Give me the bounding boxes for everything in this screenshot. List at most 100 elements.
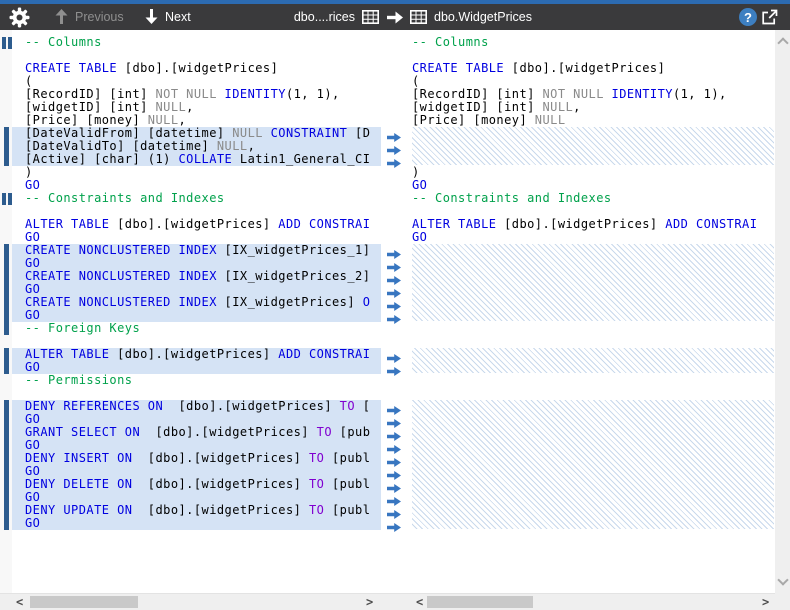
copy-right-arrow-icon[interactable] — [387, 519, 401, 528]
blank-line — [408, 374, 775, 387]
copy-right-arrow-icon[interactable] — [387, 454, 401, 463]
code-line: GO — [12, 309, 381, 322]
change-block-marker — [4, 127, 9, 166]
toolbar: Previous Next dbo....rices dbo.WidgetPri… — [0, 4, 790, 30]
missing-lines-hatch — [412, 127, 774, 165]
section-marker — [2, 37, 6, 49]
missing-lines-hatch — [412, 244, 774, 321]
code-line: [DateValidFrom] [datetime] NULL CONSTRAI… — [12, 127, 381, 140]
blank-line — [408, 322, 775, 335]
copy-right-arrow-icon[interactable] — [387, 272, 401, 281]
blank-line — [408, 49, 775, 62]
missing-lines-hatch — [412, 400, 774, 529]
open-external-button[interactable] — [761, 9, 778, 25]
code-line: ALTER TABLE [dbo].[widgetPrices] ADD CON… — [12, 218, 381, 231]
code-line: CREATE TABLE [dbo].[widgetPrices] — [12, 62, 381, 75]
settings-button[interactable] — [9, 7, 30, 28]
open-external-icon — [761, 9, 778, 25]
copy-right-arrow-icon[interactable] — [387, 129, 401, 138]
copy-right-arrow-icon[interactable] — [387, 155, 401, 164]
copy-right-arrow-icon[interactable] — [387, 467, 401, 476]
source-object-tab[interactable]: dbo....rices — [294, 10, 379, 24]
code-line: CREATE TABLE [dbo].[widgetPrices] — [408, 62, 775, 75]
previous-difference-button[interactable]: Previous — [55, 9, 124, 24]
code-line: [Active] [char] (1) COLLATE Latin1_Gener… — [12, 153, 381, 166]
code-line: [RecordID] [int] NOT NULL IDENTITY(1, 1)… — [408, 88, 775, 101]
code-line: -- Constraints and Indexes — [408, 192, 775, 205]
change-marker-margin — [0, 30, 12, 593]
code-line: DENY REFERENCES ON [dbo].[widgetPrices] … — [12, 400, 381, 413]
blank-line — [408, 335, 775, 348]
copy-right-arrow-icon[interactable] — [387, 441, 401, 450]
right-pane-scrollbar-thumb[interactable] — [427, 596, 533, 608]
horizontal-scrollbar-track[interactable]: < > < > — [0, 593, 790, 610]
target-code-pane[interactable]: -- Columns CREATE TABLE [dbo].[widgetPric… — [408, 30, 775, 593]
table-grid-icon — [410, 10, 427, 24]
next-label: Next — [165, 10, 191, 24]
copy-right-arrow-icon[interactable] — [387, 363, 401, 372]
copy-right-arrow-icon[interactable] — [387, 311, 401, 320]
scrollbar-corner — [775, 593, 790, 609]
code-line: CREATE NONCLUSTERED INDEX [IX_widgetPric… — [12, 296, 381, 309]
code-line: [Price] [money] NULL, — [12, 114, 381, 127]
code-line: GO — [12, 361, 381, 374]
code-line: -- Columns — [12, 36, 381, 49]
section-marker — [2, 193, 6, 205]
code-line: -- Permissions — [12, 374, 381, 387]
help-button[interactable]: ? — [739, 8, 757, 26]
next-difference-button[interactable]: Next — [145, 9, 191, 24]
code-line: [widgetID] [int] NULL, — [12, 101, 381, 114]
copy-right-arrow-icon[interactable] — [387, 298, 401, 307]
right-pane-scroll-left-arrow[interactable]: < — [416, 595, 423, 609]
copy-right-arrow-icon[interactable] — [387, 246, 401, 255]
copy-right-arrow-icon[interactable] — [387, 506, 401, 515]
blank-line — [408, 387, 775, 400]
left-pane-scrollbar-thumb[interactable] — [30, 596, 138, 608]
code-line: ) — [12, 166, 381, 179]
code-line: DENY UPDATE ON [dbo].[widgetPrices] TO [… — [12, 504, 381, 517]
gear-icon — [9, 7, 30, 28]
code-line: GO — [12, 491, 381, 504]
code-line: -- Columns — [408, 36, 775, 49]
copy-right-arrow-icon[interactable] — [387, 285, 401, 294]
code-line: GO — [12, 257, 381, 270]
copy-right-arrow-icon[interactable] — [387, 402, 401, 411]
code-line: ) — [408, 166, 775, 179]
code-line: -- Constraints and Indexes — [12, 192, 381, 205]
code-line: -- Foreign Keys — [12, 322, 381, 335]
code-line: GO — [12, 465, 381, 478]
blank-line — [408, 205, 775, 218]
left-pane-scroll-left-arrow[interactable]: < — [16, 595, 23, 609]
copy-right-arrow-icon[interactable] — [387, 259, 401, 268]
code-line: [RecordID] [int] NOT NULL IDENTITY(1, 1)… — [12, 88, 381, 101]
help-label: ? — [744, 10, 752, 25]
copy-right-arrow-icon[interactable] — [387, 428, 401, 437]
table-grid-icon — [362, 10, 379, 24]
scroll-up-arrow-icon[interactable] — [777, 37, 788, 48]
target-object-name: dbo.WidgetPrices — [434, 10, 532, 24]
arrow-up-icon — [55, 9, 68, 24]
left-pane-scroll-right-arrow[interactable]: > — [366, 595, 373, 609]
vertical-scrollbar[interactable] — [775, 30, 790, 593]
code-line: DENY INSERT ON [dbo].[widgetPrices] TO [… — [12, 452, 381, 465]
code-line: GO — [12, 413, 381, 426]
source-code-pane[interactable]: -- Columns CREATE TABLE [dbo].[widgetPric… — [0, 30, 382, 593]
code-line: [DateValidTo] [datetime] NULL, — [12, 140, 381, 153]
scroll-down-arrow-icon[interactable] — [777, 574, 788, 585]
code-line: CREATE NONCLUSTERED INDEX [IX_widgetPric… — [12, 270, 381, 283]
code-line: [widgetID] [int] NULL, — [408, 101, 775, 114]
copy-right-arrow-icon[interactable] — [387, 142, 401, 151]
code-line: GO — [12, 439, 381, 452]
copy-right-arrow-icon[interactable] — [387, 480, 401, 489]
copy-right-arrow-icon[interactable] — [387, 350, 401, 359]
target-object-tab[interactable]: dbo.WidgetPrices — [410, 10, 532, 24]
change-block-marker — [4, 244, 9, 335]
code-line: GO — [408, 231, 775, 244]
right-pane-scroll-right-arrow[interactable]: > — [762, 595, 769, 609]
code-line: GO — [12, 231, 381, 244]
copy-right-arrow-icon[interactable] — [387, 493, 401, 502]
change-block-marker — [4, 400, 9, 530]
missing-lines-hatch — [412, 348, 774, 373]
code-line: DENY DELETE ON [dbo].[widgetPrices] TO [… — [12, 478, 381, 491]
copy-right-arrow-icon[interactable] — [387, 415, 401, 424]
